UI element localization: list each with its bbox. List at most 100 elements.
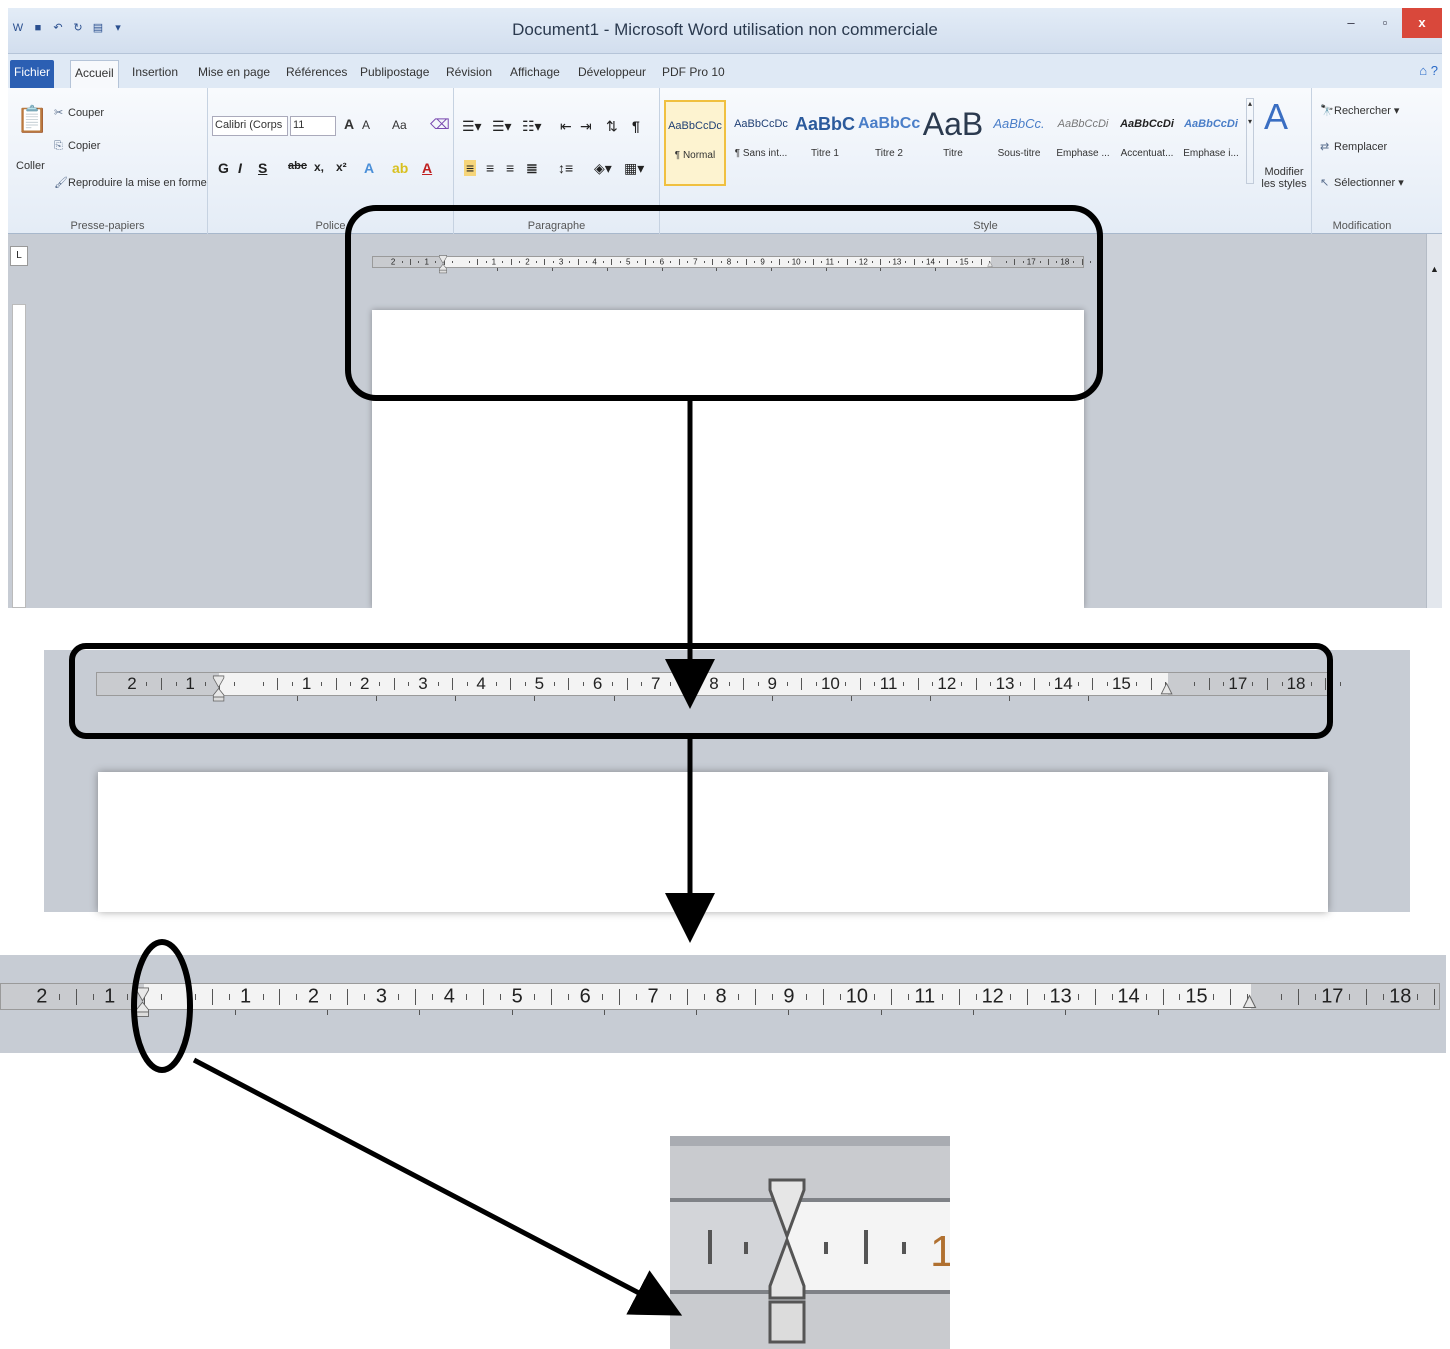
- style-titre-1[interactable]: AaBbC Titre 1: [794, 100, 856, 186]
- style-titre[interactable]: AaB Titre: [922, 100, 984, 186]
- paste-icon[interactable]: 📋: [16, 104, 48, 135]
- ruler-tick: [510, 258, 512, 266]
- style-emphase-pale[interactable]: AaBbCcDi Emphase ...: [1052, 100, 1114, 186]
- italic-button[interactable]: I: [238, 160, 242, 176]
- align-left-icon[interactable]: ≡: [464, 160, 477, 176]
- underline-button[interactable]: S: [258, 160, 267, 176]
- shrink-font-button[interactable]: A: [362, 118, 370, 132]
- change-case-button[interactable]: Aa: [392, 118, 407, 132]
- ruler-tick: [568, 677, 570, 691]
- strike-button[interactable]: abc: [288, 160, 307, 172]
- tab-selector-icon[interactable]: L: [10, 246, 28, 266]
- multilevel-list-icon[interactable]: ☷▾: [522, 118, 542, 135]
- ruler-tick: [941, 993, 943, 1000]
- ruler-tick: [1417, 993, 1419, 1000]
- style-sans-interligne[interactable]: AaBbCcDc ¶ Sans int...: [730, 100, 792, 186]
- replace-button[interactable]: ⇄ Remplacer: [1320, 140, 1387, 153]
- change-styles-icon[interactable]: A: [1264, 96, 1288, 138]
- ruler-number: 14: [926, 257, 935, 267]
- scroll-up-icon[interactable]: ▲: [1427, 264, 1442, 274]
- numbering-icon[interactable]: ☰▾: [492, 118, 512, 135]
- styles-scroll-icon[interactable]: ▴ ▾: [1246, 98, 1254, 184]
- paste-button[interactable]: Coller: [16, 160, 45, 172]
- ruler-tick: [146, 681, 148, 687]
- ruler-tick: [871, 260, 873, 264]
- bold-button[interactable]: G: [218, 160, 229, 176]
- document-page[interactable]: [372, 310, 1084, 608]
- font-name-select[interactable]: Calibri (Corps: [212, 116, 288, 136]
- bullets-icon[interactable]: ☰▾: [462, 118, 482, 135]
- text-effects-icon[interactable]: A: [364, 160, 374, 176]
- font-size-select[interactable]: 11: [290, 116, 336, 136]
- shading-icon[interactable]: ◈▾: [594, 160, 612, 177]
- close-button[interactable]: x: [1402, 8, 1442, 38]
- vertical-ruler[interactable]: [12, 304, 26, 608]
- highlight-icon[interactable]: ab: [392, 160, 408, 176]
- clear-format-icon[interactable]: ⌫: [430, 116, 450, 133]
- group-label-clipboard: Presse-papiers: [70, 220, 145, 232]
- ruler-tick: [577, 258, 579, 266]
- minimize-button[interactable]: –: [1334, 8, 1368, 38]
- style-accentuation[interactable]: AaBbCcDi Accentuat...: [1116, 100, 1178, 186]
- font-color-icon[interactable]: A: [422, 160, 432, 176]
- left-indent-marker[interactable]: [768, 1300, 806, 1344]
- justify-icon[interactable]: ≣: [526, 160, 538, 177]
- left-margin-shade: [97, 673, 220, 695]
- select-button[interactable]: ↖ Sélectionner ▾: [1320, 176, 1404, 189]
- indent-marker-icon[interactable]: [212, 671, 225, 706]
- default-tab-stop: [376, 696, 378, 701]
- right-indent-marker-icon[interactable]: [985, 260, 995, 267]
- superscript-button[interactable]: x²: [336, 160, 347, 174]
- tab-insertion[interactable]: Insertion: [128, 60, 182, 88]
- default-tab-stop: [606, 268, 608, 271]
- horizontal-ruler-zoomed[interactable]: 2 1 1 2 3 4 5 6 7 8 9 10 11 12 13 14 15 17 18: [96, 671, 1341, 710]
- vertical-scrollbar[interactable]: ▲: [1426, 234, 1442, 608]
- ruler-number: 17: [1228, 674, 1248, 693]
- ruler-tick: [401, 260, 403, 264]
- style-emphase-intense[interactable]: AaBbCcDi Emphase i...: [1180, 100, 1242, 186]
- style-normal[interactable]: AaBbCcDc ¶ Normal: [664, 100, 726, 186]
- increase-indent-icon[interactable]: ⇥: [580, 118, 592, 135]
- ruler-tick: [211, 988, 213, 1005]
- tab-affichage[interactable]: Affichage: [506, 60, 564, 88]
- indent-marker-icon[interactable]: [438, 255, 448, 274]
- tab-accueil[interactable]: Accueil: [70, 60, 119, 88]
- style-sous-titre[interactable]: AaBbCc. Sous-titre: [988, 100, 1050, 186]
- right-indent-marker-icon[interactable]: [1160, 682, 1174, 695]
- sort-icon[interactable]: ⇅: [606, 118, 618, 135]
- find-button[interactable]: 🔭Rechercher ▾: [1320, 104, 1399, 117]
- ruler-tick: [712, 258, 714, 266]
- cut-button[interactable]: ✂ Couper: [54, 106, 104, 119]
- copy-button[interactable]: ⎘ Copier: [54, 140, 100, 153]
- tab-publipostage[interactable]: Publipostage: [356, 60, 433, 88]
- borders-icon[interactable]: ▦▾: [624, 160, 644, 177]
- line-spacing-icon[interactable]: ↕≡: [558, 160, 573, 176]
- tab-fichier[interactable]: Fichier: [10, 60, 55, 88]
- ruler-tick: [821, 260, 823, 264]
- tab-references[interactable]: Références: [282, 60, 351, 88]
- grow-font-button[interactable]: A: [344, 116, 354, 132]
- align-right-icon[interactable]: ≡: [506, 160, 514, 176]
- ruler-tick: [1136, 681, 1137, 687]
- ruler-tick: [812, 258, 814, 266]
- tab-developpeur[interactable]: Développeur: [574, 60, 650, 88]
- subscript-button[interactable]: x,: [314, 160, 324, 174]
- ruler-number: 2: [36, 985, 48, 1007]
- tab-mise-en-page[interactable]: Mise en page: [194, 60, 274, 88]
- horizontal-ruler[interactable]: 2 1 1 2 3 4 5 6 7 8 9 10 11 12 13 14 15 17 18: [372, 255, 1092, 276]
- right-indent-marker-icon[interactable]: [1242, 994, 1257, 1009]
- help-icon[interactable]: ⌂ ?: [1419, 63, 1438, 78]
- decrease-indent-icon[interactable]: ⇤: [560, 118, 572, 135]
- pilcrow-icon[interactable]: ¶: [632, 118, 640, 134]
- closeup-number: 1: [930, 1227, 950, 1276]
- change-styles-button[interactable]: Modifier les styles: [1260, 166, 1308, 190]
- tab-revision[interactable]: Révision: [442, 60, 496, 88]
- ruler-number: 13: [1049, 985, 1072, 1007]
- align-center-icon[interactable]: ≡: [486, 160, 494, 176]
- indent-marker-icon[interactable]: [135, 982, 150, 1022]
- restore-button[interactable]: ▫: [1368, 8, 1402, 38]
- style-titre-2[interactable]: AaBbCc Titre 2: [858, 100, 920, 186]
- format-painter-button[interactable]: 🖌Reproduire la mise en forme: [54, 176, 207, 189]
- tab-pdf-pro[interactable]: PDF Pro 10: [658, 60, 729, 88]
- horizontal-ruler-zoomed-2[interactable]: 2 1 1 2 3 4 5 6 7 8 9 10 11 12 13 14 15 17 18: [0, 983, 1440, 1027]
